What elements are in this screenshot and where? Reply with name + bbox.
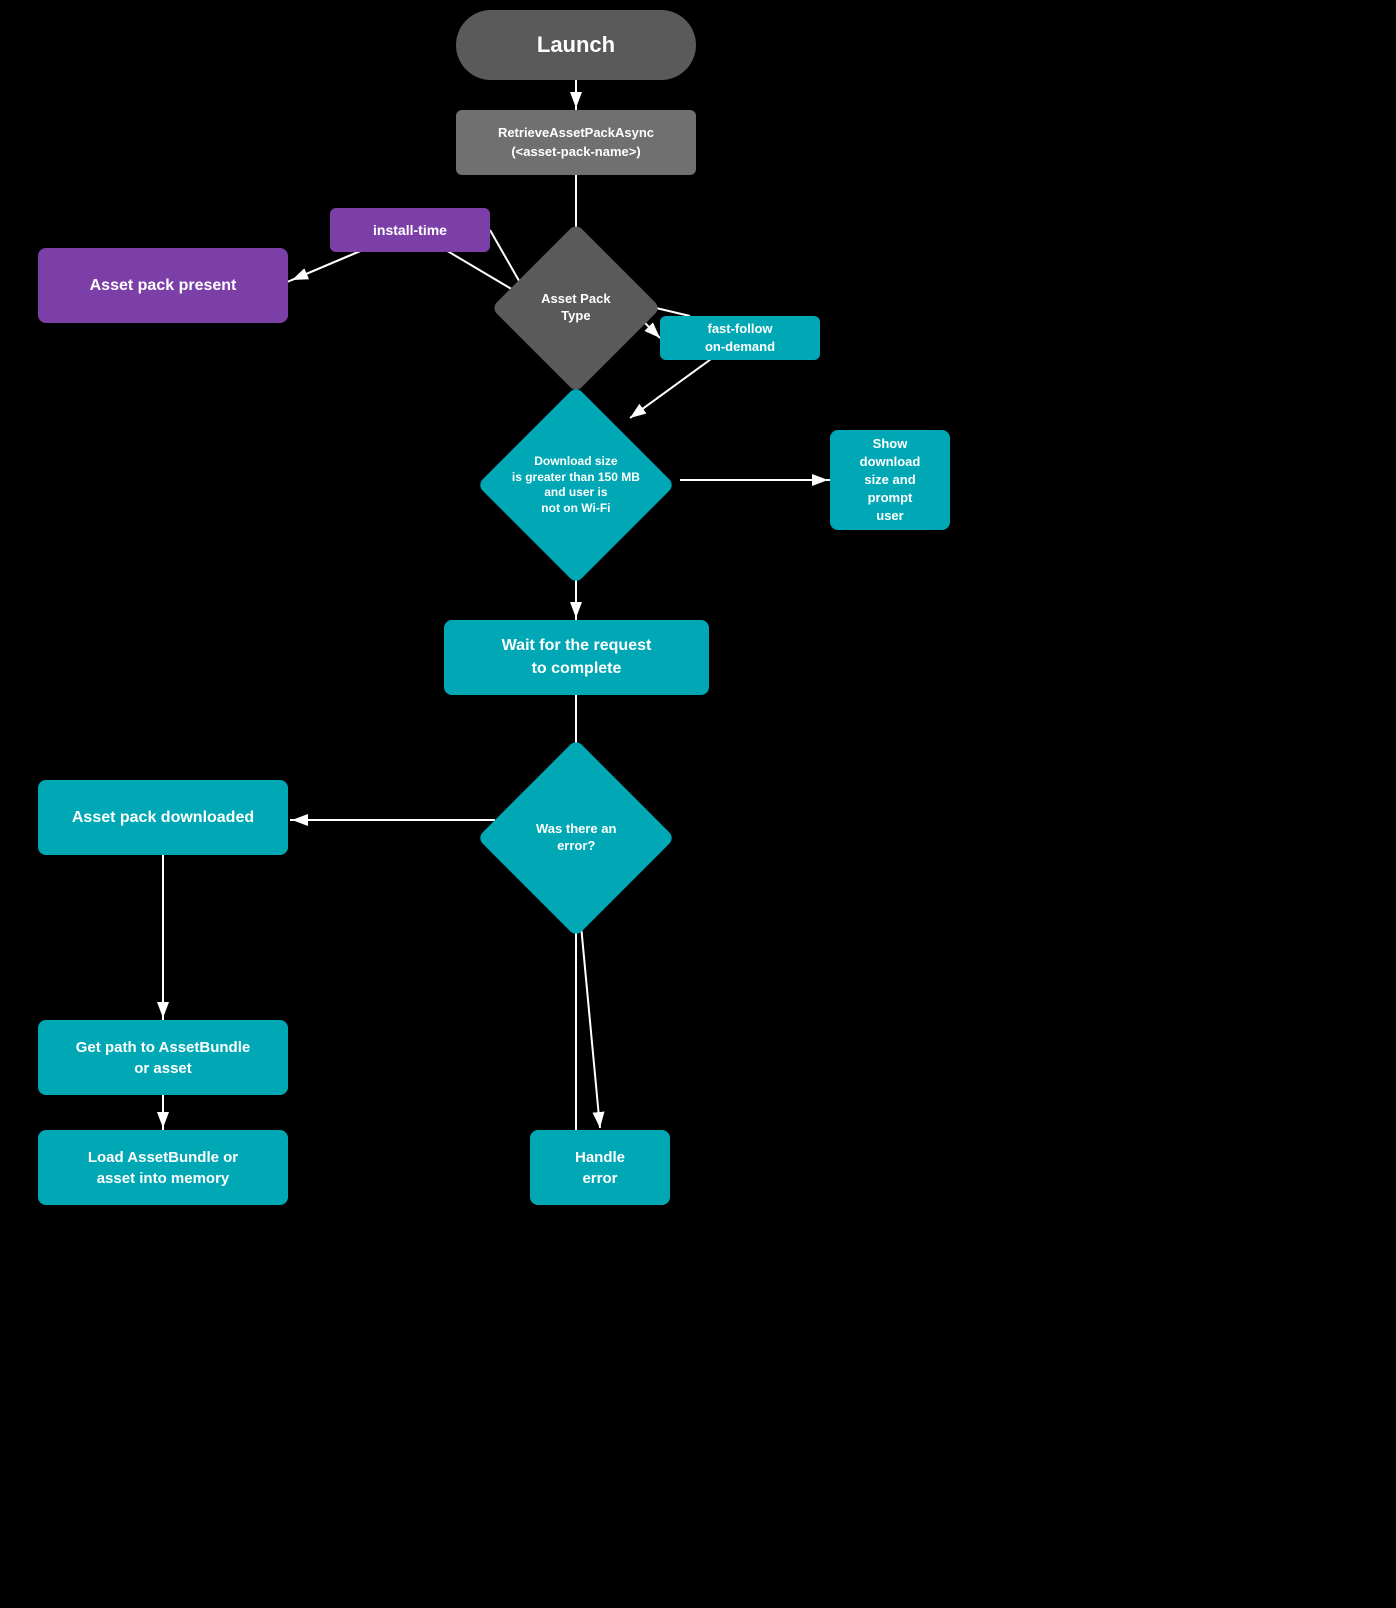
loadasset-label: Load AssetBundle or asset into memory bbox=[88, 1147, 238, 1189]
fastfollow-label: fast-follow on-demand bbox=[705, 320, 775, 356]
waserror-diamond: Was there an error? bbox=[506, 768, 646, 908]
showdownload-node: Show download size and prompt user bbox=[830, 430, 950, 530]
flowchart: Launch RetrieveAssetPackAsync (<asset-pa… bbox=[0, 0, 1396, 1608]
assetpacktype-diamond: Asset Pack Type bbox=[516, 248, 636, 368]
installtime-node: install-time bbox=[330, 208, 490, 252]
waserror-label: Was there an error? bbox=[531, 816, 621, 860]
downloadsize-label: Download size is greater than 150 MB and… bbox=[507, 449, 645, 521]
downloadsize-diamond: Download size is greater than 150 MB and… bbox=[506, 415, 646, 555]
launch-label: Launch bbox=[537, 32, 615, 58]
handleerror-label: Handle error bbox=[575, 1147, 625, 1189]
retrieve-node: RetrieveAssetPackAsync (<asset-pack-name… bbox=[456, 110, 696, 175]
assetdownloaded-node: Asset pack downloaded bbox=[38, 780, 288, 855]
retrieve-label: RetrieveAssetPackAsync (<asset-pack-name… bbox=[498, 124, 654, 160]
getpath-node: Get path to AssetBundle or asset bbox=[38, 1020, 288, 1095]
assetpacktype-label: Asset Pack Type bbox=[536, 286, 615, 330]
assetpresent-label: Asset pack present bbox=[90, 277, 237, 295]
getpath-label: Get path to AssetBundle or asset bbox=[76, 1037, 250, 1079]
installtime-label: install-time bbox=[373, 222, 447, 238]
waitrequest-node: Wait for the request to complete bbox=[444, 620, 709, 695]
assetpresent-node: Asset pack present bbox=[38, 248, 288, 323]
waitrequest-label: Wait for the request to complete bbox=[502, 635, 652, 680]
assetdownloaded-label: Asset pack downloaded bbox=[72, 809, 254, 827]
handleerror-node: Handle error bbox=[530, 1130, 670, 1205]
fastfollow-node: fast-follow on-demand bbox=[660, 316, 820, 360]
launch-node: Launch bbox=[456, 10, 696, 80]
showdownload-label: Show download size and prompt user bbox=[860, 435, 921, 526]
loadasset-node: Load AssetBundle or asset into memory bbox=[38, 1130, 288, 1205]
